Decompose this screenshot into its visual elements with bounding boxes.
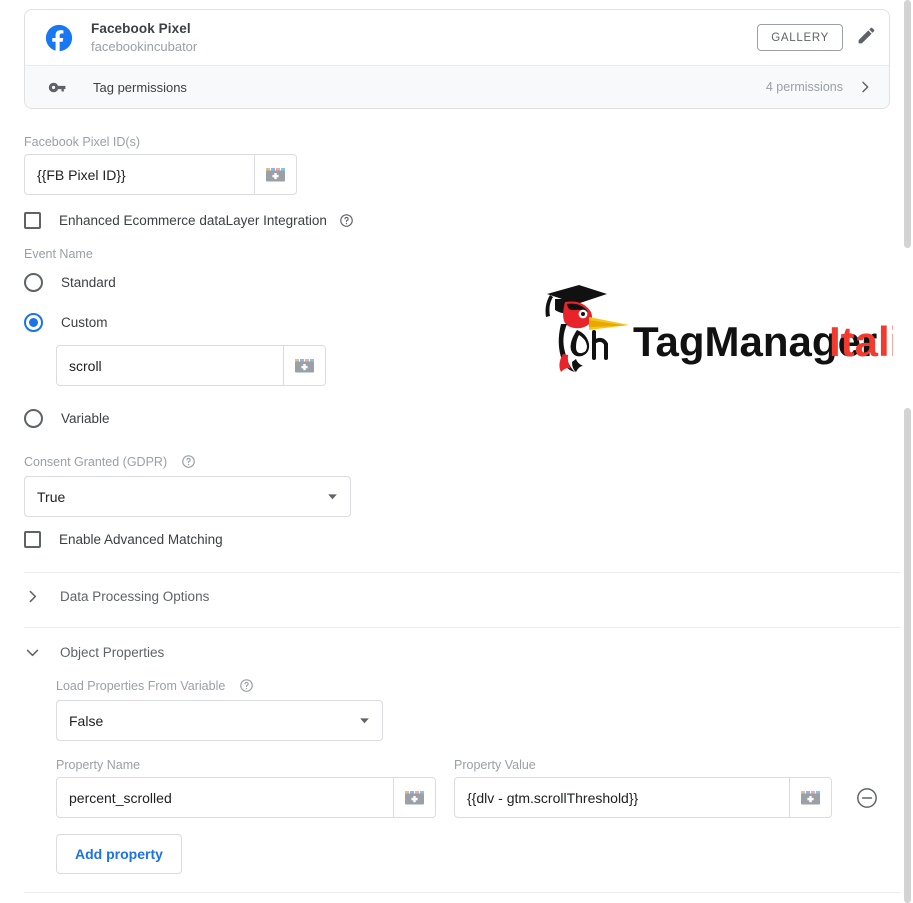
pixel-ids-input-wrap	[24, 154, 297, 195]
property-value-input[interactable]	[455, 778, 789, 817]
pixel-ids-input[interactable]	[25, 155, 254, 194]
svg-text:Italia: Italia	[829, 318, 893, 365]
tag-permissions-label: Tag permissions	[93, 79, 187, 95]
chevron-right-icon	[857, 79, 873, 95]
tagmanageritalia-logo: TagManager Italia	[533, 280, 913, 375]
radio-standard[interactable]	[24, 273, 43, 292]
tag-template-titles: Facebook Pixel facebookincubator	[91, 21, 757, 55]
chevron-down-icon	[24, 644, 60, 661]
gtm-tag-editor: Facebook Pixel facebookincubator GALLERY…	[0, 0, 913, 903]
key-icon	[45, 78, 69, 97]
property-name-header: Property Name	[56, 758, 141, 772]
event-name-option-standard[interactable]: Standard	[24, 273, 116, 292]
object-properties-section[interactable]: Object Properties	[0, 629, 900, 675]
radio-variable[interactable]	[24, 409, 43, 428]
property-name-input[interactable]	[57, 778, 393, 817]
tag-permissions-count: 4 permissions	[765, 80, 843, 94]
enhanced-ecommerce-label: Enhanced Ecommerce dataLayer Integration	[59, 213, 327, 228]
variable-picker-icon[interactable]	[393, 778, 435, 817]
consent-select-value: True	[37, 488, 66, 505]
property-name-input-wrap	[56, 777, 436, 818]
facebook-icon	[45, 24, 73, 52]
variable-picker-icon[interactable]	[789, 778, 831, 817]
page-scrollbar-thumb[interactable]	[904, 0, 911, 248]
load-properties-label-row: Load Properties From Variable	[56, 677, 383, 695]
property-value-header: Property Value	[454, 758, 536, 772]
advanced-matching-row[interactable]: Enable Advanced Matching	[24, 531, 223, 548]
consent-select[interactable]: True	[24, 476, 351, 517]
radio-custom-label: Custom	[61, 315, 108, 330]
gallery-button[interactable]: GALLERY	[757, 24, 843, 51]
tag-template-title: Facebook Pixel	[91, 20, 191, 36]
load-properties-group: Load Properties From Variable False	[56, 677, 383, 741]
event-name-option-custom[interactable]: Custom	[24, 313, 108, 332]
data-processing-options-label: Data Processing Options	[60, 588, 210, 604]
pixel-ids-field-group: Facebook Pixel ID(s)	[0, 134, 297, 195]
enhanced-ecommerce-row[interactable]: Enhanced Ecommerce dataLayer Integration	[24, 212, 354, 229]
divider	[24, 627, 900, 628]
data-processing-options-section[interactable]: Data Processing Options	[0, 573, 900, 619]
consent-group: Consent Granted (GDPR) True	[0, 453, 351, 517]
remove-circle-icon[interactable]	[856, 787, 878, 809]
advanced-matching-checkbox[interactable]	[24, 531, 41, 548]
radio-standard-label: Standard	[61, 275, 116, 290]
pixel-ids-label: Facebook Pixel ID(s)	[24, 135, 141, 149]
load-properties-select-value: False	[69, 712, 104, 729]
event-name-label: Event Name	[24, 247, 93, 261]
radio-custom[interactable]	[24, 313, 43, 332]
load-properties-select[interactable]: False	[56, 700, 383, 741]
caret-down-icon	[346, 714, 382, 727]
consent-label: Consent Granted (GDPR)	[24, 455, 168, 469]
help-icon[interactable]	[339, 213, 354, 228]
event-name-group: Event Name	[0, 246, 93, 262]
caret-down-icon	[314, 490, 350, 503]
divider	[24, 892, 900, 893]
object-properties-label: Object Properties	[60, 644, 165, 660]
help-icon[interactable]	[181, 454, 196, 469]
tag-permissions-row[interactable]: Tag permissions 4 permissions	[25, 65, 889, 108]
property-value-input-wrap	[454, 777, 832, 818]
event-name-option-variable[interactable]: Variable	[24, 409, 110, 428]
variable-picker-icon[interactable]	[254, 155, 296, 194]
custom-event-name-input-wrap	[56, 345, 326, 386]
load-properties-label: Load Properties From Variable	[56, 679, 226, 693]
pencil-icon	[856, 25, 877, 51]
chevron-right-icon	[24, 588, 60, 605]
tag-template-card: Facebook Pixel facebookincubator GALLERY…	[24, 9, 890, 109]
advanced-matching-label: Enable Advanced Matching	[59, 532, 223, 547]
help-icon[interactable]	[239, 678, 254, 693]
tag-template-header: Facebook Pixel facebookincubator GALLERY	[25, 10, 889, 65]
custom-event-name-input[interactable]	[57, 346, 283, 385]
page-scrollbar[interactable]	[900, 0, 913, 903]
panel-scrollbar-thumb[interactable]	[904, 408, 911, 903]
edit-template-button[interactable]	[843, 10, 889, 65]
radio-variable-label: Variable	[61, 411, 110, 426]
variable-picker-icon[interactable]	[283, 346, 325, 385]
consent-label-row: Consent Granted (GDPR)	[24, 453, 351, 471]
add-property-button[interactable]: Add property	[56, 834, 182, 874]
tag-template-author: facebookincubator	[91, 38, 198, 54]
enhanced-ecommerce-checkbox[interactable]	[24, 212, 41, 229]
